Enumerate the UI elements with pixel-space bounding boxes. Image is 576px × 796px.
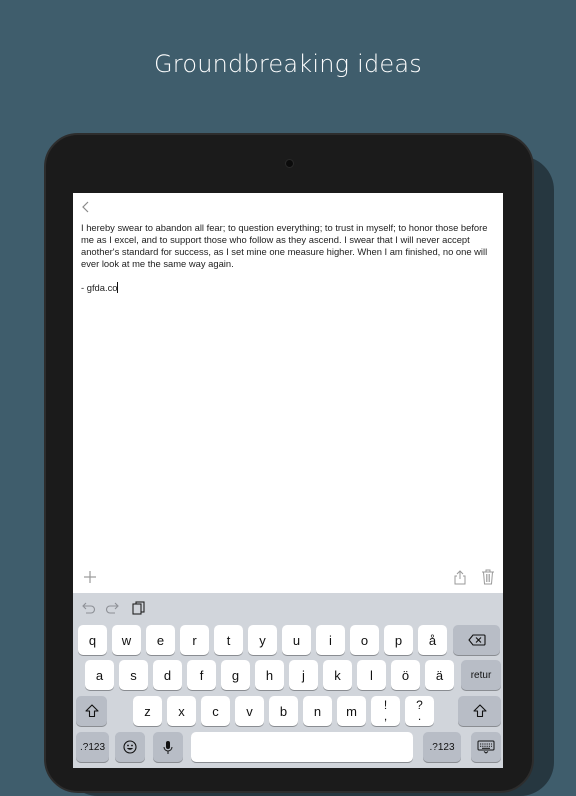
key-period-label: . bbox=[417, 709, 422, 723]
key-l[interactable]: l bbox=[357, 660, 386, 690]
key-g[interactable]: g bbox=[221, 660, 250, 690]
key-w[interactable]: w bbox=[112, 625, 141, 655]
backspace-icon bbox=[467, 634, 486, 646]
keyboard-shortcut-bar bbox=[73, 593, 503, 623]
key-p[interactable]: p bbox=[384, 625, 413, 655]
key-o[interactable]: o bbox=[350, 625, 379, 655]
key-n[interactable]: n bbox=[303, 696, 332, 726]
emoji-icon bbox=[123, 740, 137, 754]
shift-arrow-icon bbox=[472, 704, 487, 718]
keyboard-hide-icon bbox=[477, 740, 495, 754]
key-m[interactable]: m bbox=[337, 696, 366, 726]
note-body: I hereby swear to abandon all fear; to q… bbox=[81, 222, 488, 270]
camera-icon bbox=[285, 159, 294, 168]
return-key[interactable]: retur bbox=[461, 660, 501, 690]
key-t[interactable]: t bbox=[214, 625, 243, 655]
paste-icon[interactable] bbox=[131, 601, 147, 615]
microphone-icon bbox=[163, 740, 173, 754]
key-h[interactable]: h bbox=[255, 660, 284, 690]
numbers-key-right[interactable]: .?123 bbox=[423, 732, 461, 762]
key-i[interactable]: i bbox=[316, 625, 345, 655]
key-a[interactable]: a bbox=[85, 660, 114, 690]
key-b[interactable]: b bbox=[269, 696, 298, 726]
hide-keyboard-key[interactable] bbox=[471, 732, 501, 762]
key-a-ring[interactable]: å bbox=[418, 625, 447, 655]
key-exclaim-comma[interactable]: ! , bbox=[371, 696, 400, 726]
key-x[interactable]: x bbox=[167, 696, 196, 726]
undo-icon[interactable] bbox=[80, 601, 96, 615]
redo-icon[interactable] bbox=[105, 601, 121, 615]
key-z[interactable]: z bbox=[133, 696, 162, 726]
key-e[interactable]: e bbox=[146, 625, 175, 655]
tablet-screen: I hereby swear to abandon all fear; to q… bbox=[73, 193, 503, 768]
key-question-period[interactable]: ? . bbox=[405, 696, 434, 726]
key-r[interactable]: r bbox=[180, 625, 209, 655]
key-v[interactable]: v bbox=[235, 696, 264, 726]
key-c[interactable]: c bbox=[201, 696, 230, 726]
key-d[interactable]: d bbox=[153, 660, 182, 690]
backspace-key[interactable] bbox=[453, 625, 500, 655]
keyboard: q w e r t y u i o p å a s d f g h j k l … bbox=[73, 593, 503, 768]
key-f[interactable]: f bbox=[187, 660, 216, 690]
text-cursor bbox=[117, 282, 119, 294]
key-j[interactable]: j bbox=[289, 660, 318, 690]
microphone-key[interactable] bbox=[153, 732, 183, 762]
note-editor[interactable]: I hereby swear to abandon all fear; to q… bbox=[81, 222, 495, 294]
key-s[interactable]: s bbox=[119, 660, 148, 690]
shift-key-left[interactable] bbox=[76, 696, 107, 726]
key-u[interactable]: u bbox=[282, 625, 311, 655]
note-signature-line: - gfda.co bbox=[81, 282, 495, 294]
emoji-key[interactable] bbox=[115, 732, 145, 762]
key-k[interactable]: k bbox=[323, 660, 352, 690]
key-comma-label: , bbox=[383, 709, 388, 723]
shift-key-right[interactable] bbox=[458, 696, 501, 726]
key-o-umlaut[interactable]: ö bbox=[391, 660, 420, 690]
share-icon[interactable] bbox=[453, 569, 467, 585]
plus-icon[interactable] bbox=[82, 569, 98, 585]
key-q[interactable]: q bbox=[78, 625, 107, 655]
shift-arrow-icon bbox=[84, 704, 99, 718]
note-signature: - gfda.co bbox=[81, 282, 118, 294]
key-a-umlaut[interactable]: ä bbox=[425, 660, 454, 690]
trash-icon[interactable] bbox=[481, 569, 495, 585]
numbers-key-left[interactable]: .?123 bbox=[76, 732, 109, 762]
chevron-left-icon[interactable] bbox=[79, 199, 93, 215]
space-bar[interactable] bbox=[191, 732, 413, 762]
headline: Groundbreaking ideas bbox=[153, 50, 422, 78]
key-y[interactable]: y bbox=[248, 625, 277, 655]
